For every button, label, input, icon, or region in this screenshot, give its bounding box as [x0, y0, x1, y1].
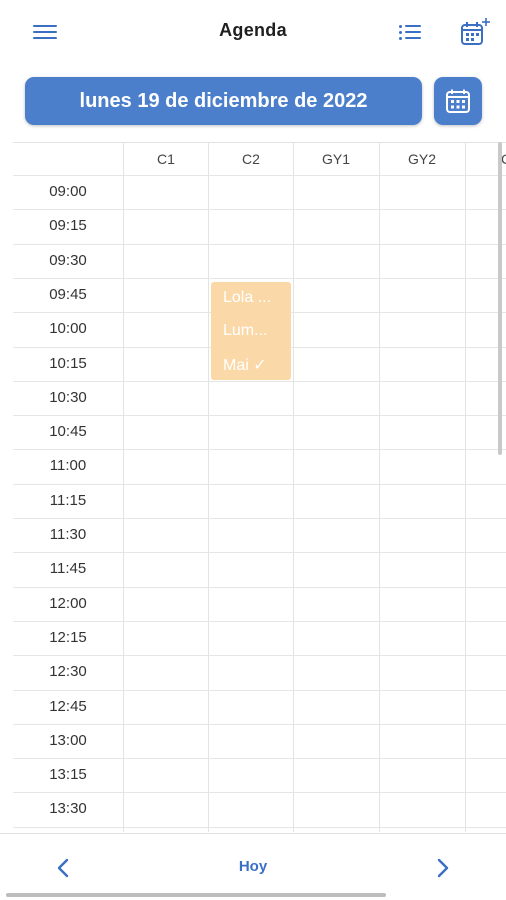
grid-row-divider — [13, 518, 506, 519]
grid-row-divider — [13, 723, 506, 725]
time-slot-label: 12:45 — [49, 697, 87, 715]
grid-row-divider — [13, 415, 506, 417]
time-slot-label: 12:00 — [49, 594, 87, 612]
appointment-line-1: Lola ... — [223, 289, 272, 306]
grid-row-divider — [13, 655, 506, 657]
grid-row-divider — [13, 758, 506, 760]
time-slot-label: 11:00 — [49, 457, 87, 475]
grid-column-divider — [465, 143, 466, 832]
time-slot-label: 10:15 — [49, 354, 87, 372]
grid-row-divider — [13, 620, 506, 622]
time-slot-label: 09:00 — [49, 183, 87, 200]
time-slot-label: 11:45 — [49, 560, 87, 578]
grid-row-divider — [13, 277, 506, 279]
time-slot-label: 13:00 — [49, 731, 87, 749]
appointment-line-2: Lum... — [223, 322, 268, 339]
time-slot-label: 10:00 — [49, 320, 87, 338]
schedule-grid[interactable]: C1C2GY1GY2CI 09:00 09:15 09:30 09:45 10:00 10… — [13, 142, 506, 832]
hamburger-menu-icon[interactable] — [30, 20, 60, 44]
column-header[interactable]: GY1 — [293, 143, 378, 175]
column-header[interactable]: C1 — [123, 143, 208, 175]
today-button[interactable]: Hoy — [220, 858, 286, 875]
time-slot-label: 10:30 — [49, 388, 87, 406]
grid-column-divider — [208, 143, 209, 832]
column-header[interactable]: C2 — [208, 143, 293, 175]
time-slot-label: 11:30 — [49, 526, 87, 543]
page-title: Agenda — [219, 20, 287, 40]
column-header-row: C1C2GY1GY2CI — [13, 143, 506, 175]
time-slot-label: 09:15 — [49, 217, 87, 235]
grid-row-divider — [13, 689, 506, 691]
time-slot-label: 13:30 — [49, 800, 87, 818]
time-slot-label: 13:15 — [49, 766, 87, 784]
appointment-line-3: Mai ✓ — [223, 357, 267, 374]
grid-column-divider — [123, 143, 124, 832]
grid-row-divider — [13, 209, 506, 211]
bottom-nav-bar: Hoy — [0, 833, 506, 900]
time-slot-label: 11:15 — [49, 491, 87, 509]
top-bar: Agenda — [0, 0, 506, 64]
grid-row-divider — [13, 552, 506, 554]
time-slot-label: 09:30 — [49, 251, 87, 269]
time-slot-label: 10:45 — [49, 423, 87, 441]
grid-row-divider — [13, 175, 506, 176]
time-slot-label: 12:15 — [49, 628, 87, 646]
date-selector-button[interactable]: lunes 19 de diciembre de 2022 — [25, 77, 422, 125]
grid-row-divider — [13, 483, 506, 485]
time-slot-label: 12:30 — [49, 663, 87, 681]
grid-column-divider — [293, 143, 294, 832]
time-slot-label: 09:45 — [49, 285, 87, 303]
grid-row-divider — [13, 380, 506, 382]
list-icon[interactable] — [395, 20, 427, 44]
chevron-right-icon[interactable] — [428, 854, 456, 882]
calendar-add-icon[interactable] — [458, 16, 492, 50]
column-header[interactable]: GY2 — [379, 143, 464, 175]
grid-row-divider — [13, 826, 506, 828]
grid-row-divider — [13, 792, 506, 794]
calendar-icon[interactable] — [434, 77, 482, 125]
grid-column-divider — [379, 143, 380, 832]
chevron-left-icon[interactable] — [50, 854, 78, 882]
grid-row-divider — [13, 243, 506, 245]
vertical-scrollbar[interactable] — [498, 142, 502, 455]
grid-row-divider — [13, 449, 506, 451]
appointment-block[interactable]: Lola ... Lum... Mai ✓ — [211, 282, 291, 380]
home-indicator — [6, 893, 386, 897]
grid-row-divider — [13, 586, 506, 588]
